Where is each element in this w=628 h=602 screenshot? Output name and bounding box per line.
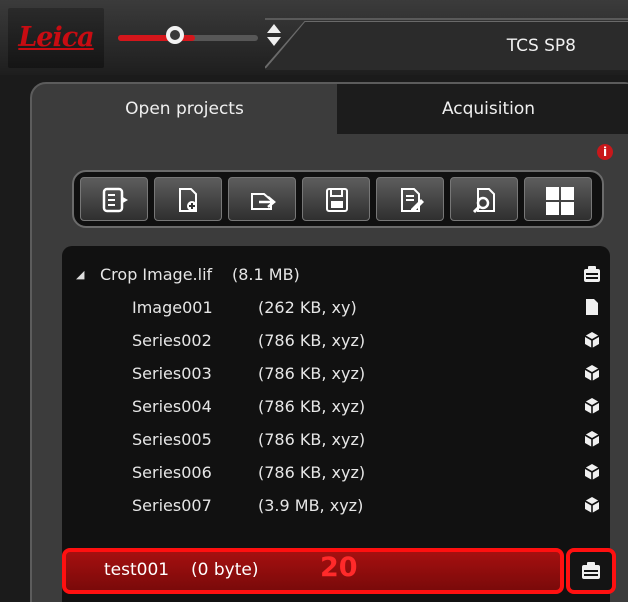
tree-item-row[interactable]: Series004 (786 KB, xyz) (62, 390, 610, 423)
project-icon (582, 562, 600, 579)
tree-item-row[interactable]: Series002 (786 KB, xyz) (62, 324, 610, 357)
item-meta: (786 KB, xyz) (258, 364, 366, 383)
tab-acquisition[interactable]: Acquisition (337, 84, 628, 134)
slider-handle[interactable] (166, 26, 184, 44)
cube-icon[interactable] (582, 462, 602, 482)
item-name: test001 (104, 560, 170, 580)
edit-button[interactable] (376, 177, 444, 221)
import-button[interactable] (228, 177, 296, 221)
tree-item-row[interactable]: Image001 (262 KB, xy) (62, 291, 610, 324)
find-button[interactable] (450, 177, 518, 221)
item-name: Crop Image.lif (100, 265, 213, 284)
item-name: Series002 (132, 331, 212, 350)
edit-icon (401, 188, 424, 212)
item-name: Series007 (132, 496, 212, 515)
cube-icon[interactable] (582, 396, 602, 416)
item-meta: (3.9 MB, xyz) (258, 496, 364, 515)
find-icon (472, 188, 495, 214)
cube-icon[interactable] (582, 495, 602, 515)
instrument-selector[interactable]: TCS SP8 (265, 18, 628, 70)
item-name: Image001 (132, 298, 213, 317)
app-window: Leica TCS SP8 Open projects Acquisition … (0, 0, 628, 602)
zoom-slider-track[interactable] (118, 35, 258, 41)
grid-view-button[interactable] (524, 177, 592, 221)
logo-text: Leica (18, 22, 94, 53)
header-bar: Leica TCS SP8 (0, 0, 628, 75)
tree-item-row[interactable]: Series005 (786 KB, xyz) (62, 423, 610, 456)
file-icon[interactable] (582, 297, 602, 317)
tree-item-row[interactable]: Series003 (786 KB, xyz) (62, 357, 610, 390)
instrument-label: TCS SP8 (506, 36, 576, 56)
new-file-button[interactable] (154, 177, 222, 221)
tree-item-row[interactable]: Series006 (786 KB, xyz) (62, 456, 610, 489)
save-icon (326, 188, 348, 212)
item-meta: (0 byte) (191, 560, 259, 580)
item-name: Series003 (132, 364, 212, 383)
leica-logo: Leica (8, 8, 104, 68)
cube-icon[interactable] (582, 429, 602, 449)
up-down-arrows-icon (267, 24, 281, 46)
annotation-number: 20 (320, 552, 358, 583)
item-meta: (786 KB, xyz) (258, 430, 366, 449)
item-name: Series004 (132, 397, 212, 416)
tab-open-projects[interactable]: Open projects (32, 84, 337, 134)
cube-icon[interactable] (582, 330, 602, 350)
project-icon[interactable] (582, 264, 602, 284)
save-button[interactable] (302, 177, 370, 221)
highlighted-tree-row[interactable]: test001 (0 byte) 20 (62, 548, 564, 594)
item-meta: (786 KB, xyz) (258, 331, 366, 350)
item-meta: (8.1 MB) (232, 265, 300, 284)
grid-view-icon (546, 187, 574, 215)
project-toolbar (72, 170, 604, 228)
tree-item-row[interactable]: Series007 (3.9 MB, xyz) (62, 489, 610, 522)
item-meta: (262 KB, xy) (258, 298, 357, 317)
tab-bar: Open projects Acquisition (32, 84, 628, 134)
item-name: Series005 (132, 430, 212, 449)
new-file-icon (179, 188, 197, 212)
open-project-icon (102, 187, 128, 213)
item-meta: (786 KB, xyz) (258, 463, 366, 482)
highlighted-icon-box[interactable] (566, 548, 616, 594)
import-icon (251, 193, 276, 210)
expand-arrow-icon[interactable]: ◢ (76, 258, 84, 291)
open-project-button[interactable] (80, 177, 148, 221)
cube-icon[interactable] (582, 363, 602, 383)
tree-project-row[interactable]: ◢ Crop Image.lif (8.1 MB) (62, 258, 610, 291)
item-name: Series006 (132, 463, 212, 482)
item-meta: (786 KB, xyz) (258, 397, 366, 416)
info-icon[interactable]: i (597, 144, 613, 160)
main-panel: Open projects Acquisition i ◢ Crop Image.… (30, 82, 628, 602)
